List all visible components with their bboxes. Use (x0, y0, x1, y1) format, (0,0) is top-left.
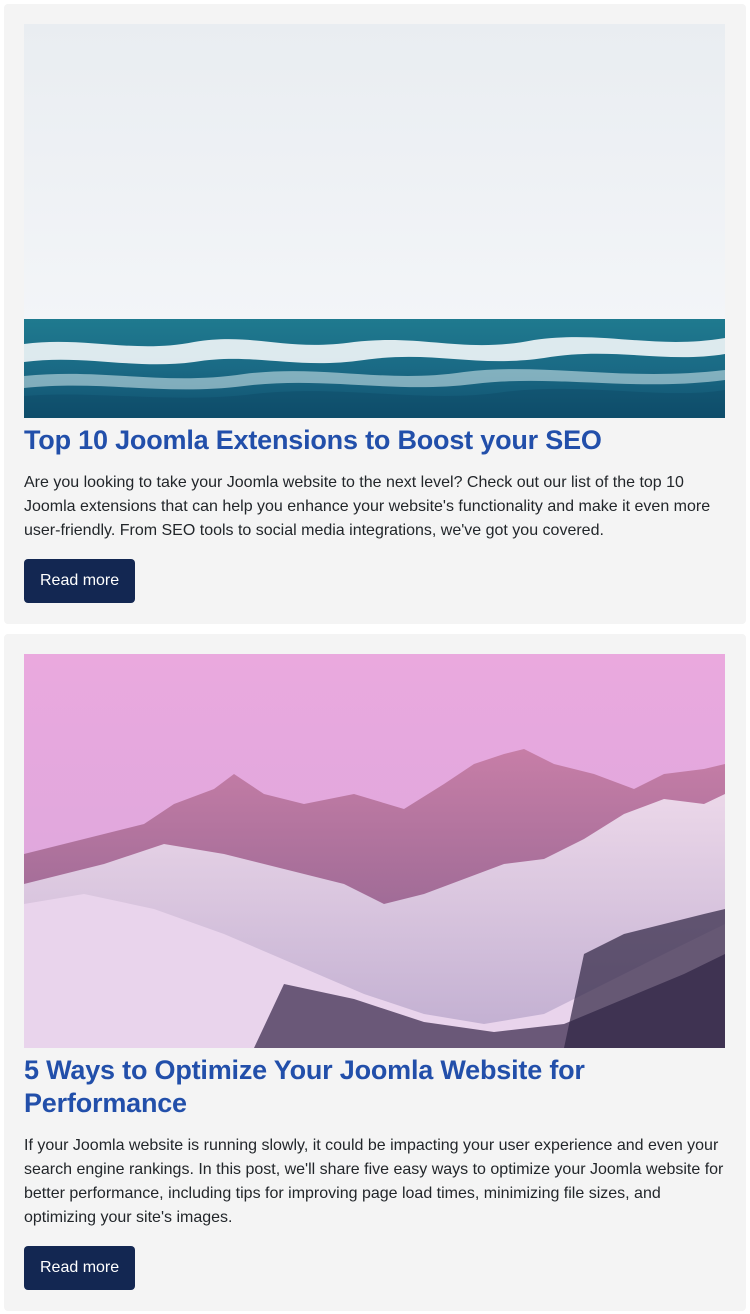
read-more-button[interactable]: Read more (24, 559, 136, 603)
article-image-mountains (24, 654, 725, 1048)
article-card: 5 Ways to Optimize Your Joomla Website f… (4, 634, 746, 1311)
read-more-button[interactable]: Read more (24, 1246, 136, 1290)
article-title[interactable]: 5 Ways to Optimize Your Joomla Website f… (24, 1054, 726, 1120)
article-excerpt: Are you looking to take your Joomla webs… (24, 474, 711, 539)
article-title[interactable]: Top 10 Joomla Extensions to Boost your S… (24, 424, 726, 457)
article-card: Top 10 Joomla Extensions to Boost your S… (4, 4, 746, 624)
article-image-ocean (24, 24, 725, 418)
article-excerpt: If your Joomla website is running slowly… (24, 1137, 724, 1226)
